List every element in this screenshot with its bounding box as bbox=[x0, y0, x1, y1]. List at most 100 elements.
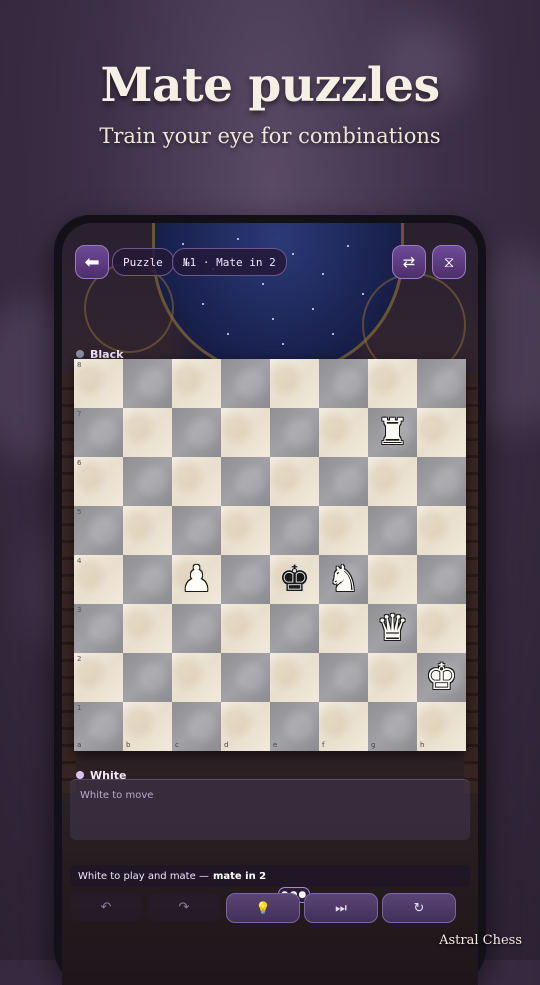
square-d8[interactable] bbox=[221, 359, 270, 408]
square-a4[interactable]: 4 bbox=[74, 555, 123, 604]
square-e4[interactable]: ♚ bbox=[270, 555, 319, 604]
undo-button[interactable]: ↶ bbox=[70, 893, 142, 921]
square-d7[interactable] bbox=[221, 408, 270, 457]
hourglass-icon: ⧖ bbox=[443, 253, 455, 271]
square-h1[interactable]: h bbox=[417, 702, 466, 751]
square-f2[interactable] bbox=[319, 653, 368, 702]
rank-label: 2 bbox=[77, 655, 82, 663]
square-h3[interactable] bbox=[417, 604, 466, 653]
square-h2[interactable]: ♚ bbox=[417, 653, 466, 702]
square-g7[interactable]: ♜ bbox=[368, 408, 417, 457]
arrow-left-icon: ⬅ bbox=[84, 251, 100, 273]
move-list-placeholder: White to move bbox=[80, 790, 154, 801]
black-king-piece[interactable]: ♚ bbox=[270, 555, 319, 604]
square-f7[interactable] bbox=[319, 408, 368, 457]
square-b5[interactable] bbox=[123, 506, 172, 555]
skip-button[interactable]: ⏭ bbox=[304, 893, 378, 923]
square-e3[interactable] bbox=[270, 604, 319, 653]
undo-icon: ↶ bbox=[100, 899, 112, 915]
square-g1[interactable]: g bbox=[368, 702, 417, 751]
rank-label: 8 bbox=[77, 361, 82, 369]
square-c3[interactable] bbox=[172, 604, 221, 653]
square-h4[interactable] bbox=[417, 555, 466, 604]
square-b2[interactable] bbox=[123, 653, 172, 702]
square-f1[interactable]: f bbox=[319, 702, 368, 751]
square-a2[interactable]: 2 bbox=[74, 653, 123, 702]
square-c5[interactable] bbox=[172, 506, 221, 555]
rank-label: 5 bbox=[77, 508, 82, 516]
square-a3[interactable]: 3 bbox=[74, 604, 123, 653]
square-c8[interactable] bbox=[172, 359, 221, 408]
status-bar: White to play and mate — mate in 2 bbox=[70, 865, 470, 887]
white-queen-piece[interactable]: ♛ bbox=[368, 604, 417, 653]
back-button[interactable]: ⬅ bbox=[75, 245, 109, 279]
square-d1[interactable]: d bbox=[221, 702, 270, 751]
square-h5[interactable] bbox=[417, 506, 466, 555]
square-e2[interactable] bbox=[270, 653, 319, 702]
square-h7[interactable] bbox=[417, 408, 466, 457]
square-b4[interactable] bbox=[123, 555, 172, 604]
hint-button[interactable]: 💡 bbox=[226, 893, 300, 923]
square-d3[interactable] bbox=[221, 604, 270, 653]
square-b3[interactable] bbox=[123, 604, 172, 653]
square-b6[interactable] bbox=[123, 457, 172, 506]
square-g4[interactable] bbox=[368, 555, 417, 604]
square-d2[interactable] bbox=[221, 653, 270, 702]
white-knight-piece[interactable]: ♞ bbox=[319, 555, 368, 604]
file-label: f bbox=[322, 741, 325, 749]
rank-label: 4 bbox=[77, 557, 82, 565]
file-label: h bbox=[420, 741, 425, 749]
flip-board-button[interactable]: ⇄ bbox=[392, 245, 426, 279]
square-e5[interactable] bbox=[270, 506, 319, 555]
square-g8[interactable] bbox=[368, 359, 417, 408]
square-c1[interactable]: c bbox=[172, 702, 221, 751]
square-b8[interactable] bbox=[123, 359, 172, 408]
square-d6[interactable] bbox=[221, 457, 270, 506]
square-d4[interactable] bbox=[221, 555, 270, 604]
restart-button[interactable]: ↻ bbox=[382, 893, 456, 923]
square-a6[interactable]: 6 bbox=[74, 457, 123, 506]
phone-frame: ⬅ Puzzle №1 · Mate in 2 ⇄ ⧖ Black 8 7 ♜ 6 5 4… bbox=[54, 215, 486, 985]
file-label: a bbox=[77, 741, 82, 749]
square-a1[interactable]: 1a bbox=[74, 702, 123, 751]
square-e8[interactable] bbox=[270, 359, 319, 408]
square-b1[interactable]: b bbox=[123, 702, 172, 751]
square-b7[interactable] bbox=[123, 408, 172, 457]
file-label: e bbox=[273, 741, 278, 749]
square-f3[interactable] bbox=[319, 604, 368, 653]
square-a5[interactable]: 5 bbox=[74, 506, 123, 555]
square-h6[interactable] bbox=[417, 457, 466, 506]
black-indicator-dot bbox=[76, 350, 84, 358]
redo-icon: ↷ bbox=[178, 899, 190, 915]
rank-label: 7 bbox=[77, 410, 82, 418]
square-e6[interactable] bbox=[270, 457, 319, 506]
square-c7[interactable] bbox=[172, 408, 221, 457]
square-g3[interactable]: ♛ bbox=[368, 604, 417, 653]
square-f8[interactable] bbox=[319, 359, 368, 408]
square-c6[interactable] bbox=[172, 457, 221, 506]
square-d5[interactable] bbox=[221, 506, 270, 555]
restart-icon: ↻ bbox=[413, 900, 425, 916]
square-h8[interactable] bbox=[417, 359, 466, 408]
square-e1[interactable]: e bbox=[270, 702, 319, 751]
white-pawn-piece[interactable]: ♟ bbox=[172, 555, 221, 604]
white-rook-piece[interactable]: ♜ bbox=[368, 408, 417, 457]
square-e7[interactable] bbox=[270, 408, 319, 457]
square-c4[interactable]: ♟ bbox=[172, 555, 221, 604]
brand-name: Astral Chess bbox=[439, 933, 522, 948]
square-f4[interactable]: ♞ bbox=[319, 555, 368, 604]
redo-button[interactable]: ↷ bbox=[148, 893, 220, 921]
rank-label: 3 bbox=[77, 606, 82, 614]
square-f5[interactable] bbox=[319, 506, 368, 555]
square-a7[interactable]: 7 bbox=[74, 408, 123, 457]
square-c2[interactable] bbox=[172, 653, 221, 702]
square-f6[interactable] bbox=[319, 457, 368, 506]
square-g2[interactable] bbox=[368, 653, 417, 702]
lightbulb-icon: 💡 bbox=[255, 901, 271, 915]
square-a8[interactable]: 8 bbox=[74, 359, 123, 408]
theme-button[interactable]: ⧖ bbox=[432, 245, 466, 279]
square-g5[interactable] bbox=[368, 506, 417, 555]
square-g6[interactable] bbox=[368, 457, 417, 506]
white-king-piece[interactable]: ♚ bbox=[417, 653, 466, 702]
subheadline: Train your eye for combinations bbox=[99, 124, 441, 148]
